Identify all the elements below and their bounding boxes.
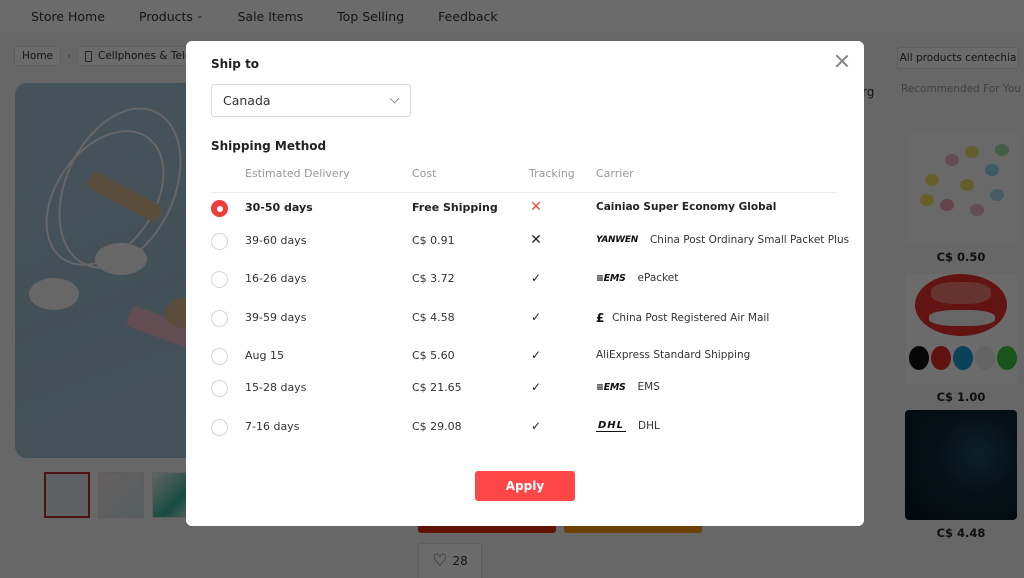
header-carrier: Carrier xyxy=(596,167,634,180)
carrier-name: DHL xyxy=(638,420,660,432)
country-select[interactable]: Canada xyxy=(211,84,411,117)
carrier-name: Cainiao Super Economy Global xyxy=(596,201,777,213)
radio-button[interactable] xyxy=(211,348,228,365)
delivery-estimate: 39-59 days xyxy=(245,311,307,324)
shipping-cost: C$ 29.08 xyxy=(412,420,462,433)
tracking-check-icon: ✓ xyxy=(530,310,542,324)
country-value: Canada xyxy=(223,93,271,108)
carrier: ≡EMS EMS xyxy=(596,381,660,393)
apply-button[interactable]: Apply xyxy=(475,471,575,501)
shipping-cost: C$ 0.91 xyxy=(412,234,455,247)
tracking-check-icon: ✓ xyxy=(530,271,542,285)
no-tracking-icon: ✕ xyxy=(530,199,542,215)
carrier-name: ePacket xyxy=(637,272,679,284)
ems-logo-icon: ≡EMS xyxy=(596,381,626,393)
radio-button[interactable] xyxy=(211,419,228,436)
close-icon[interactable] xyxy=(834,53,850,69)
delivery-estimate: 30-50 days xyxy=(245,201,313,214)
table-header: Estimated Delivery Cost Tracking Carrier xyxy=(211,165,837,193)
delivery-estimate: 7-16 days xyxy=(245,420,300,433)
header-cost: Cost xyxy=(412,167,437,180)
carrier: YANWEN China Post Ordinary Small Packet … xyxy=(596,234,849,246)
shipping-option-row[interactable]: 30-50 days Free Shipping ✕ Cainiao Super… xyxy=(211,193,837,223)
shipping-cost: C$ 5.60 xyxy=(412,349,455,362)
header-tracking: Tracking xyxy=(529,167,575,180)
tracking-check-icon: ✓ xyxy=(530,419,542,433)
shipping-options-table: Estimated Delivery Cost Tracking Carrier… xyxy=(211,165,849,436)
shipping-cost: Free Shipping xyxy=(412,201,498,214)
shipping-method-label: Shipping Method xyxy=(211,139,327,153)
carrier: DHL DHL xyxy=(596,420,660,432)
shipping-option-row[interactable]: 16-26 days C$ 3.72 ✓ ≡EMS ePacket xyxy=(211,264,837,294)
shipping-option-row[interactable]: 39-60 days C$ 0.91 ✕ YANWEN China Post O… xyxy=(211,226,849,256)
radio-button[interactable] xyxy=(211,380,228,397)
shipping-option-row[interactable]: 7-16 days C$ 29.08 ✓ DHL DHL xyxy=(211,412,837,442)
tracking-check-icon: ✓ xyxy=(530,380,542,394)
header-delivery: Estimated Delivery xyxy=(245,167,350,180)
shipping-cost: C$ 4.58 xyxy=(412,311,455,324)
ems-logo-icon: ≡EMS xyxy=(596,272,626,284)
carrier: Cainiao Super Economy Global xyxy=(596,201,776,213)
yanwen-logo-icon: YANWEN xyxy=(596,235,638,245)
carrier-name: EMS xyxy=(637,381,660,393)
shipping-option-row[interactable]: Aug 15 C$ 5.60 ✓ AliExpress Standard Shi… xyxy=(211,341,837,371)
shipping-cost: C$ 3.72 xyxy=(412,272,455,285)
no-tracking-icon: ✕ xyxy=(530,232,542,248)
carrier: £ China Post Registered Air Mail xyxy=(596,311,769,325)
delivery-estimate: 39-60 days xyxy=(245,234,307,247)
chevron-down-icon xyxy=(389,93,400,104)
tracking-check-icon: ✓ xyxy=(530,348,542,362)
china-post-logo-icon: £ xyxy=(596,311,605,325)
radio-button[interactable] xyxy=(211,271,228,288)
carrier-name: China Post Registered Air Mail xyxy=(612,312,770,324)
radio-button[interactable] xyxy=(211,310,228,327)
dhl-logo-icon: DHL xyxy=(596,419,627,432)
shipping-option-row[interactable]: 39-59 days C$ 4.58 ✓ £ China Post Regist… xyxy=(211,303,837,333)
carrier: AliExpress Standard Shipping xyxy=(596,349,750,361)
radio-button[interactable] xyxy=(211,200,228,217)
carrier: ≡EMS ePacket xyxy=(596,272,678,284)
carrier-name: China Post Ordinary Small Packet Plus xyxy=(649,234,850,246)
carrier-name: AliExpress Standard Shipping xyxy=(596,349,751,361)
ship-to-label: Ship to xyxy=(211,57,260,71)
delivery-estimate: 16-26 days xyxy=(245,272,307,285)
shipping-cost: C$ 21.65 xyxy=(412,381,462,394)
shipping-option-row[interactable]: 15-28 days C$ 21.65 ✓ ≡EMS EMS xyxy=(211,373,837,403)
radio-button[interactable] xyxy=(211,233,228,250)
delivery-estimate: 15-28 days xyxy=(245,381,307,394)
shipping-modal: Ship to Canada Shipping Method Estimated… xyxy=(186,41,864,526)
delivery-estimate: Aug 15 xyxy=(245,349,284,362)
